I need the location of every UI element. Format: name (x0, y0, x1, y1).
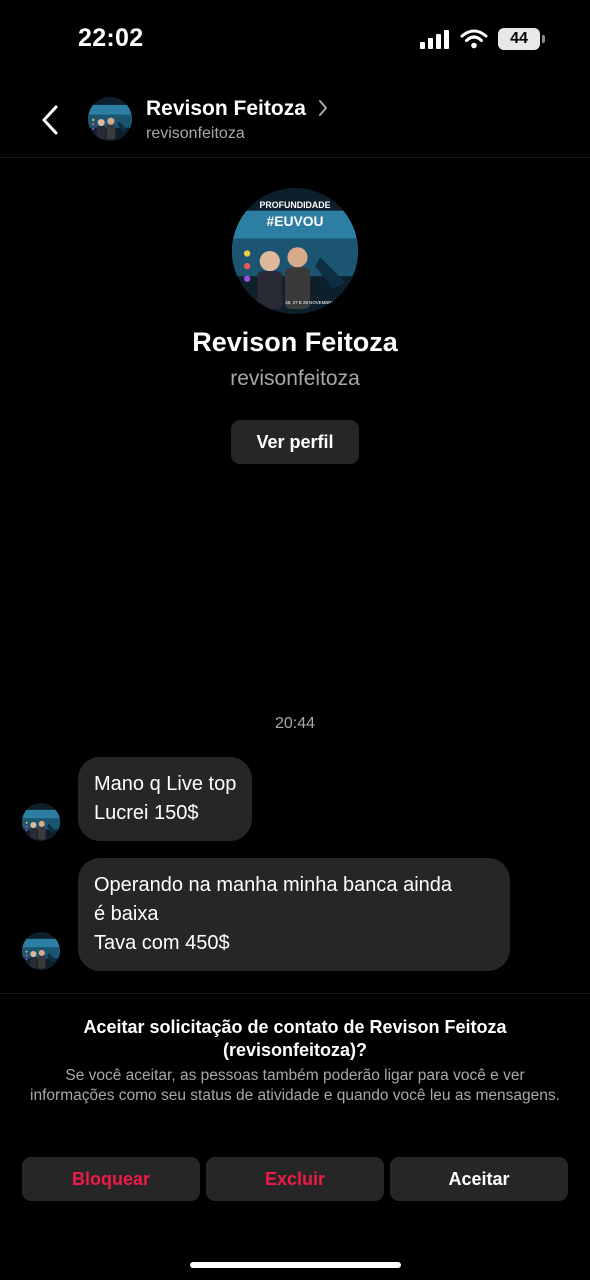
chat-header: Revison Feitoza revisonfeitoza (0, 80, 590, 158)
message-line: Operando na manha minha banca ainda (94, 874, 453, 896)
message-avatar[interactable] (22, 932, 60, 970)
header-username: revisonfeitoza (146, 125, 245, 142)
status-icons: 44 (420, 28, 545, 50)
header-name[interactable]: Revison Feitoza (146, 97, 306, 121)
message-line: Lucrei 150$ (94, 802, 199, 824)
wifi-icon (460, 29, 488, 49)
message-bubble[interactable]: Operando na manha minha banca ainda é ba… (78, 858, 510, 971)
message-request-panel: Aceitar solicitação de contato de Reviso… (0, 993, 590, 1280)
request-title: Aceitar solicitação de contato de Reviso… (83, 1017, 507, 1060)
message-bubble[interactable]: Mano q Live top Lucrei 150$ (78, 757, 253, 841)
request-description: Se você aceitar, as pessoas também poder… (30, 1067, 560, 1104)
profile-name: Revison Feitoza (192, 327, 398, 357)
chevron-right-icon (319, 100, 327, 116)
accept-button[interactable]: Aceitar (390, 1157, 568, 1201)
avatar-title-text: PROFUNDIDADE (260, 200, 331, 210)
block-button[interactable]: Bloquear (22, 1157, 200, 1201)
status-bar: 22:02 44 (0, 0, 590, 80)
avatar-hashtag-text: #EUVOU (267, 213, 324, 229)
message-line: é baixa (94, 903, 159, 925)
header-avatar[interactable] (88, 97, 132, 141)
avatar-dates-text: 26, 27 E 28 NOVEMBRO (285, 300, 335, 305)
view-profile-button[interactable]: Ver perfil (231, 420, 359, 464)
message-line: Tava com 450$ (94, 932, 230, 954)
message-avatar[interactable] (22, 803, 60, 841)
profile-avatar[interactable]: PROFUNDIDADE #EUVOU 26, 27 E 28 NOVEMBRO (232, 188, 358, 314)
cellular-signal-icon (420, 30, 449, 49)
chevron-left-icon (42, 105, 58, 135)
home-indicator[interactable] (190, 1262, 401, 1268)
message-timestamp: 20:44 (274, 715, 316, 732)
message-line: Mano q Live top (94, 773, 237, 795)
back-button[interactable] (34, 100, 66, 140)
battery-indicator: 44 (498, 28, 545, 50)
status-time: 22:02 (78, 24, 144, 52)
profile-username: revisonfeitoza (230, 367, 360, 390)
delete-button[interactable]: Excluir (206, 1157, 384, 1201)
